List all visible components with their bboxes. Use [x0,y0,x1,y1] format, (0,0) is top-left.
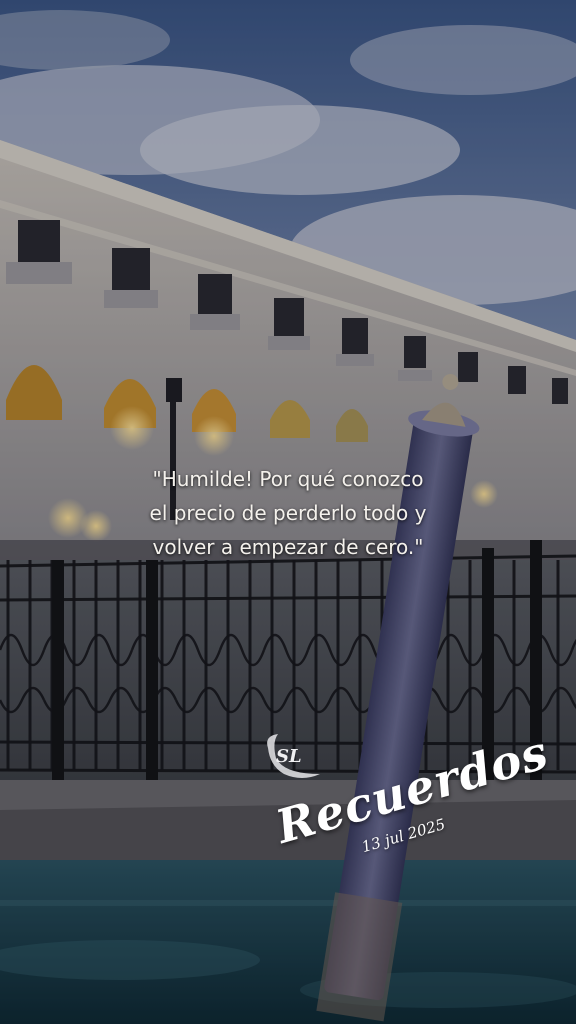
quote-line-2: el precio de perderlo todo y [149,501,427,525]
quote-line-1: "Humilde! Por qué conozco [152,467,424,491]
quote-text: "Humilde! Por qué conozco el precio de p… [88,462,488,564]
quote-line-3: volver a empezar de cero." [152,535,424,559]
svg-text:SL: SL [276,746,302,767]
story-frame: "Humilde! Por qué conozco el precio de p… [0,0,576,1024]
